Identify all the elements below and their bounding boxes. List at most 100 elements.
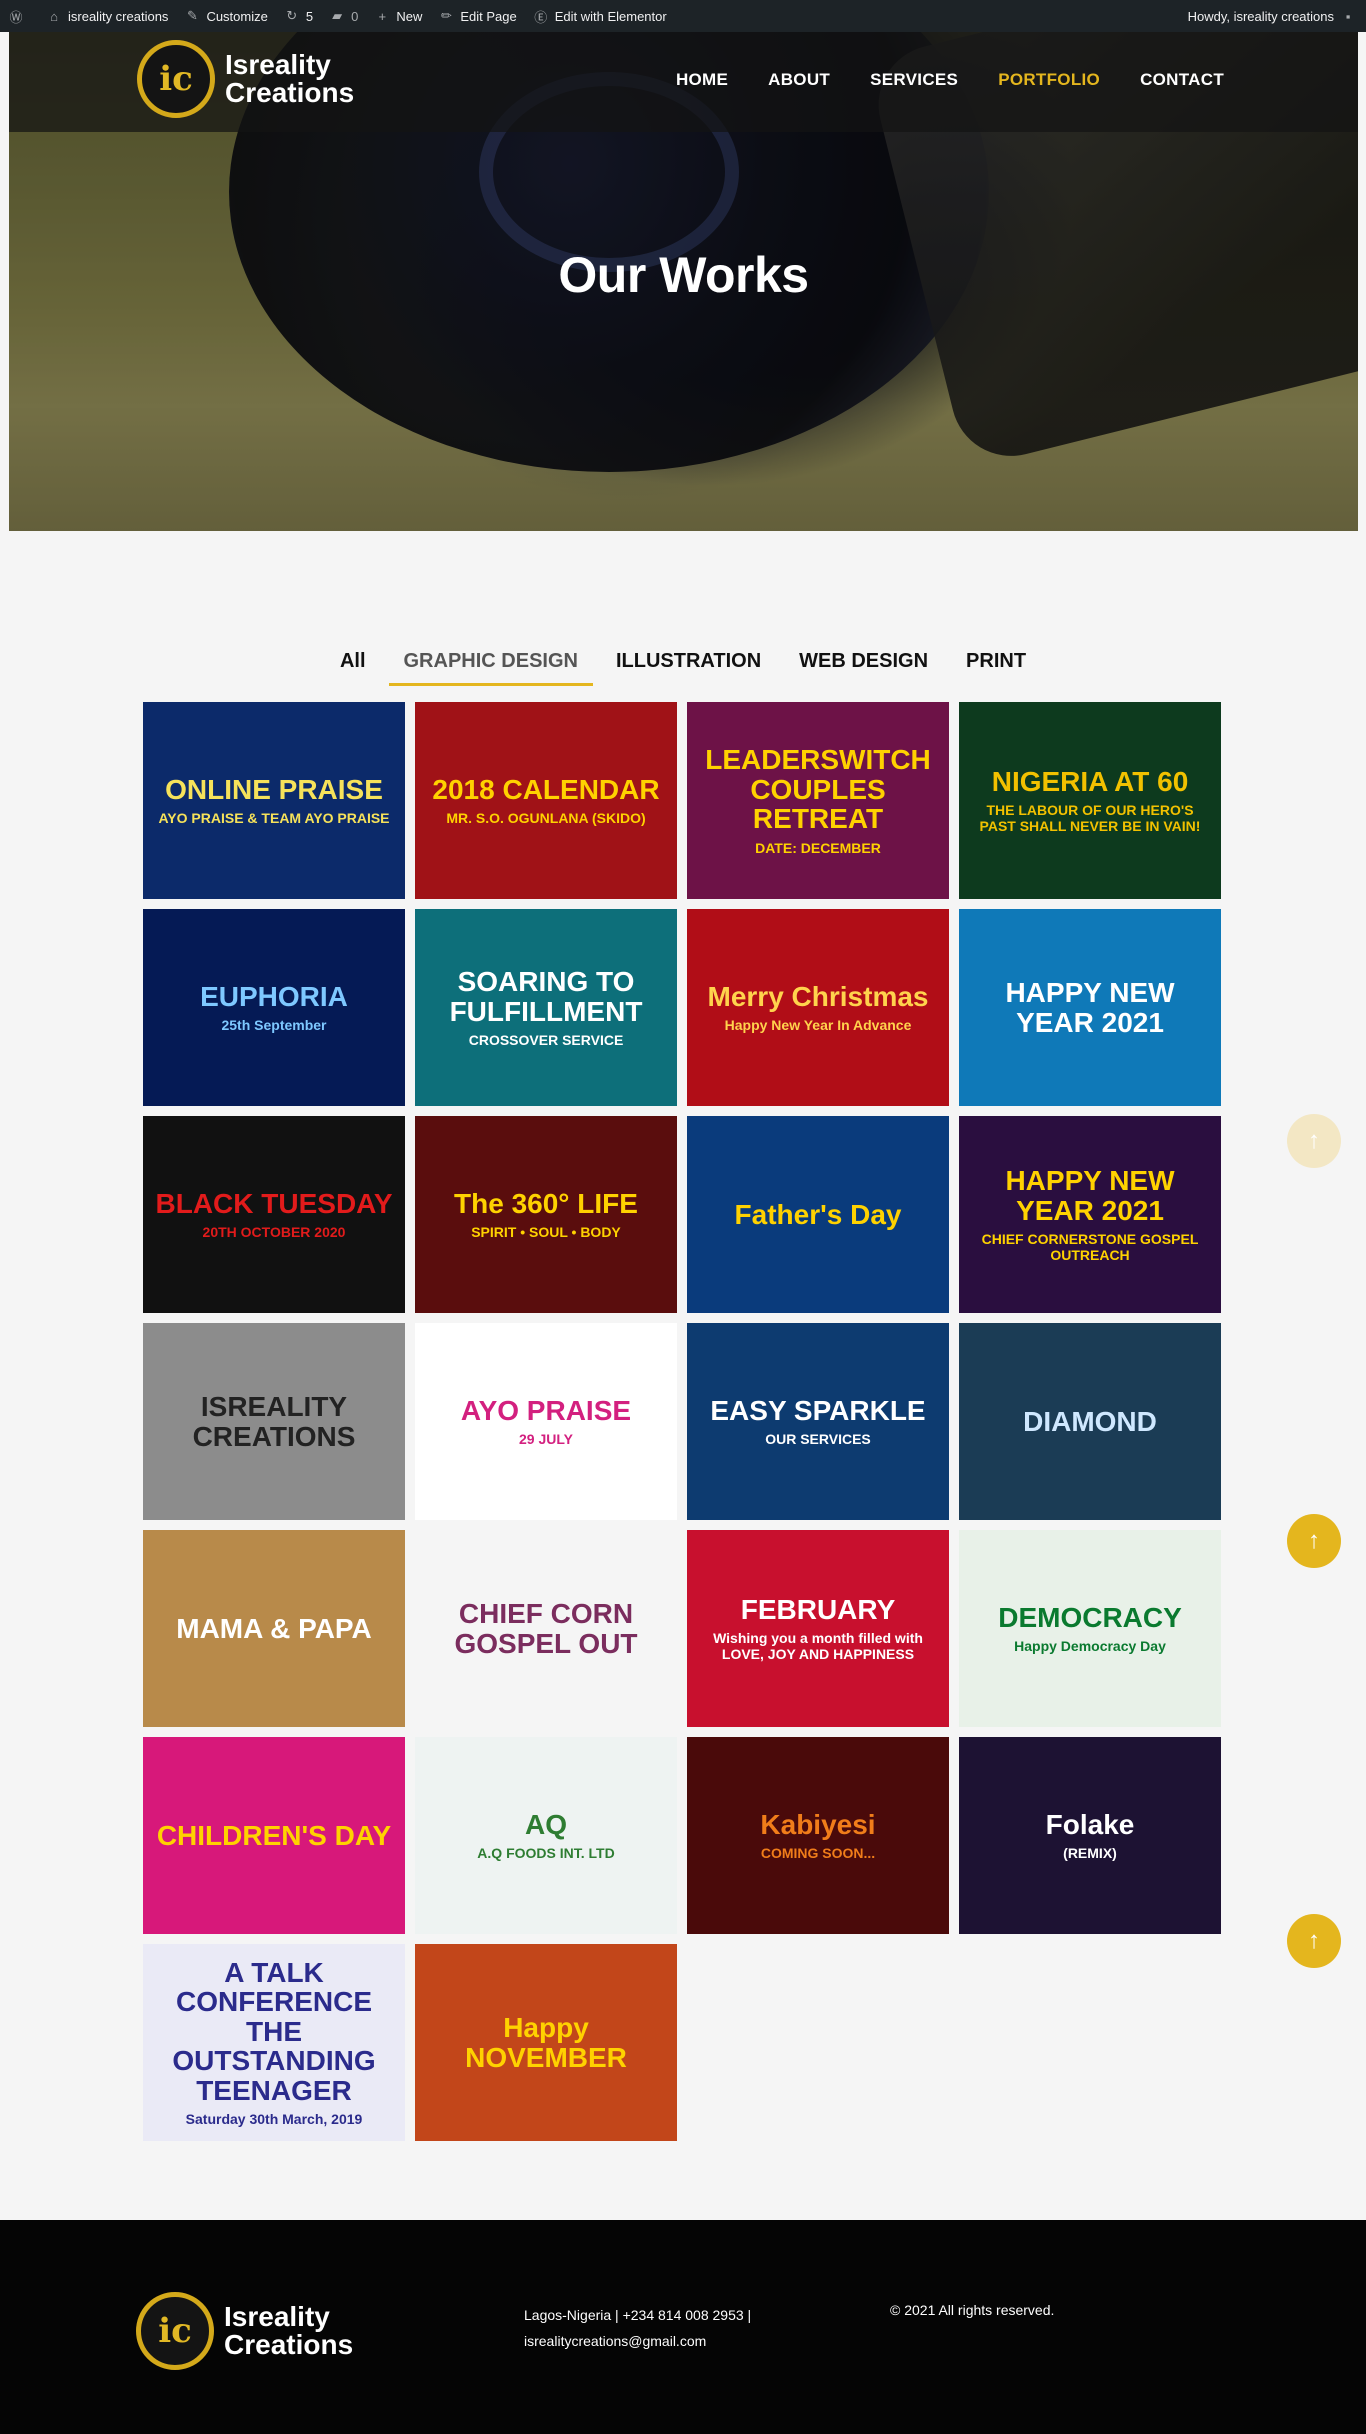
portfolio-grid: ONLINE PRAISE AYO PRAISE & TEAM AYO PRAIS… (143, 702, 1223, 2141)
portfolio-item-title: FEBRUARY (740, 1593, 896, 1625)
portfolio-item-title: Father's Day (734, 1198, 902, 1230)
portfolio-item-title: Merry Christmas (707, 980, 929, 1012)
portfolio-item-title: CHIEF CORN GOSPEL OUT (454, 1598, 638, 1659)
scroll-top-button[interactable]: ↑ (1287, 1114, 1341, 1168)
scroll-top-button[interactable]: ↑ (1287, 1514, 1341, 1568)
portfolio-item-title: LEADERSWITCH COUPLES RETREAT (705, 744, 931, 835)
portfolio-item[interactable]: Kabiyesi COMING SOON... (687, 1737, 949, 1934)
wp-admin-bar: Ⓦ ⌂ isreality creations ✎ Customize ↻ 5 ▰ 0 … (0, 0, 1366, 32)
portfolio-item[interactable]: CHILDREN'S DAY (143, 1737, 405, 1934)
wordpress-icon: Ⓦ (9, 9, 23, 25)
edit-with-elementor-link[interactable]: Ⓔ Edit with Elementor (525, 0, 675, 32)
page-title: Our Works (558, 247, 809, 303)
nav-about[interactable]: ABOUT (768, 70, 830, 90)
portfolio-item-title: HAPPY NEW YEAR 2021 (1005, 1165, 1175, 1226)
ic-logo-icon: ic (136, 2292, 214, 2370)
portfolio-item[interactable]: BLACK TUESDAY 20TH OCTOBER 2020 (143, 1116, 405, 1313)
footer-address: Lagos-Nigeria | +234 814 008 2953 | (524, 2307, 752, 2323)
refresh-icon: ↻ (286, 8, 298, 23)
footer-email[interactable]: isrealitycreations@gmail.com (524, 2328, 794, 2354)
brush-icon: ✎ (186, 8, 198, 23)
site-name-link[interactable]: ⌂ isreality creations (38, 0, 176, 32)
nav-home[interactable]: HOME (676, 70, 728, 90)
portfolio-item-subtitle: MR. S.O. OGUNLANA (SKIDO) (446, 810, 646, 827)
portfolio-item-title: DIAMOND (1023, 1405, 1157, 1437)
portfolio-item-title: CHILDREN'S DAY (156, 1819, 392, 1851)
portfolio-item-subtitle: CROSSOVER SERVICE (468, 1031, 624, 1048)
portfolio-item-subtitle: DATE: DECEMBER (755, 839, 881, 856)
comments-link[interactable]: ▰ 0 (321, 0, 366, 32)
site-header: ic Isreality Creations HOME ABOUT SERVIC… (9, 32, 1358, 132)
elementor-icon: Ⓔ (534, 9, 548, 25)
logo-text-line2: Creations (225, 77, 355, 108)
filter-print[interactable]: PRINT (951, 646, 1041, 686)
wordpress-logo-button[interactable]: Ⓦ (0, 0, 38, 32)
portfolio-item[interactable]: HAPPY NEW YEAR 2021 (959, 909, 1221, 1106)
avatar-icon: ▪ (1345, 8, 1351, 24)
portfolio-item[interactable]: SOARING TO FULFILLMENT CROSSOVER SERVICE (415, 909, 677, 1106)
portfolio-item[interactable]: HAPPY NEW YEAR 2021 CHIEF CORNERSTONE GOS… (959, 1116, 1221, 1313)
portfolio-item-title: ISREALITY CREATIONS (192, 1391, 356, 1452)
portfolio-item-title: Folake (1045, 1808, 1135, 1840)
portfolio-item[interactable]: ISREALITY CREATIONS (143, 1323, 405, 1520)
nav-services[interactable]: SERVICES (870, 70, 958, 90)
portfolio-item[interactable]: CHIEF CORN GOSPEL OUT (415, 1530, 677, 1727)
portfolio-item[interactable]: The 360° LIFE SPIRIT • SOUL • BODY (415, 1116, 677, 1313)
portfolio-item[interactable]: EUPHORIA 25th September (143, 909, 405, 1106)
portfolio-item-subtitle: 25th September (221, 1017, 327, 1034)
updates-link[interactable]: ↻ 5 (276, 0, 321, 32)
footer-copyright: © 2021 All rights reserved. (890, 2302, 1055, 2318)
portfolio-item-title: Kabiyesi (760, 1808, 876, 1840)
portfolio-item-title: Happy NOVEMBER (465, 2012, 627, 2073)
site-logo[interactable]: ic Isreality Creations (137, 40, 354, 118)
filter-all[interactable]: All (325, 646, 381, 686)
portfolio-item[interactable]: DEMOCRACY Happy Democracy Day (959, 1530, 1221, 1727)
portfolio-item[interactable]: Merry Christmas Happy New Year In Advance (687, 909, 949, 1106)
arrow-up-icon: ↑ (1308, 1527, 1320, 1554)
portfolio-item-title: DEMOCRACY (998, 1601, 1182, 1633)
portfolio-item-title: NIGERIA AT 60 (991, 765, 1189, 797)
portfolio-item[interactable]: Father's Day (687, 1116, 949, 1313)
nav-portfolio[interactable]: PORTFOLIO (998, 70, 1100, 90)
portfolio-item[interactable]: AQ A.Q FOODS INT. LTD (415, 1737, 677, 1934)
portfolio-item[interactable]: ONLINE PRAISE AYO PRAISE & TEAM AYO PRAIS… (143, 702, 405, 899)
portfolio-item[interactable]: AYO PRAISE 29 JULY (415, 1323, 677, 1520)
edit-page-link[interactable]: ✏ Edit Page (430, 0, 524, 32)
scroll-top-button[interactable]: ↑ (1287, 1914, 1341, 1968)
portfolio-item-subtitle: Saturday 30th March, 2019 (185, 2110, 363, 2127)
portfolio-item[interactable]: NIGERIA AT 60 THE LABOUR OF OUR HERO'S PA… (959, 702, 1221, 899)
portfolio-item-subtitle: AYO PRAISE & TEAM AYO PRAISE (158, 810, 390, 827)
portfolio-item-subtitle: 29 JULY (519, 1431, 573, 1448)
main-nav: HOME ABOUT SERVICES PORTFOLIO CONTACT (636, 70, 1224, 90)
portfolio-item-title: EASY SPARKLE (710, 1394, 926, 1426)
filter-web-design[interactable]: WEB DESIGN (784, 646, 943, 686)
portfolio-item-subtitle: OUR SERVICES (765, 1431, 871, 1448)
filter-illustration[interactable]: ILLUSTRATION (601, 646, 776, 686)
nav-contact[interactable]: CONTACT (1140, 70, 1224, 90)
customize-link[interactable]: ✎ Customize (176, 0, 275, 32)
new-content-link[interactable]: + New (366, 0, 430, 32)
dashboard-icon: ⌂ (50, 8, 58, 24)
portfolio-item-subtitle: COMING SOON... (760, 1845, 876, 1862)
portfolio-item-subtitle: CHIEF CORNERSTONE GOSPEL OUTREACH (981, 1230, 1199, 1263)
logo-text-line1: Isreality (225, 49, 331, 80)
portfolio-item[interactable]: DIAMOND (959, 1323, 1221, 1520)
portfolio-item[interactable]: Folake (REMIX) (959, 1737, 1221, 1934)
portfolio-item-title: A TALK CONFERENCE THE OUTSTANDING TEENAG… (172, 1957, 376, 2106)
account-menu[interactable]: Howdy, isreality creations ▪ (1180, 0, 1366, 32)
portfolio-item[interactable]: Happy NOVEMBER (415, 1944, 677, 2141)
filter-graphic-design[interactable]: GRAPHIC DESIGN (388, 646, 593, 686)
arrow-up-icon: ↑ (1308, 1127, 1320, 1154)
portfolio-item[interactable]: MAMA & PAPA (143, 1530, 405, 1727)
portfolio-item[interactable]: A TALK CONFERENCE THE OUTSTANDING TEENAG… (143, 1944, 405, 2141)
plus-icon: + (378, 8, 387, 24)
footer-logo[interactable]: ic Isreality Creations (136, 2292, 353, 2370)
portfolio-filters: All GRAPHIC DESIGN ILLUSTRATION WEB DESI… (0, 646, 1366, 686)
portfolio-item[interactable]: 2018 CALENDAR MR. S.O. OGUNLANA (SKIDO) (415, 702, 677, 899)
portfolio-item[interactable]: FEBRUARY Wishing you a month filled with … (687, 1530, 949, 1727)
portfolio-item[interactable]: LEADERSWITCH COUPLES RETREAT DATE: DECEMB… (687, 702, 949, 899)
portfolio-item-title: HAPPY NEW YEAR 2021 (1005, 977, 1175, 1038)
portfolio-item-subtitle: Happy New Year In Advance (724, 1017, 912, 1034)
comment-icon: ▰ (332, 8, 343, 23)
portfolio-item[interactable]: EASY SPARKLE OUR SERVICES (687, 1323, 949, 1520)
